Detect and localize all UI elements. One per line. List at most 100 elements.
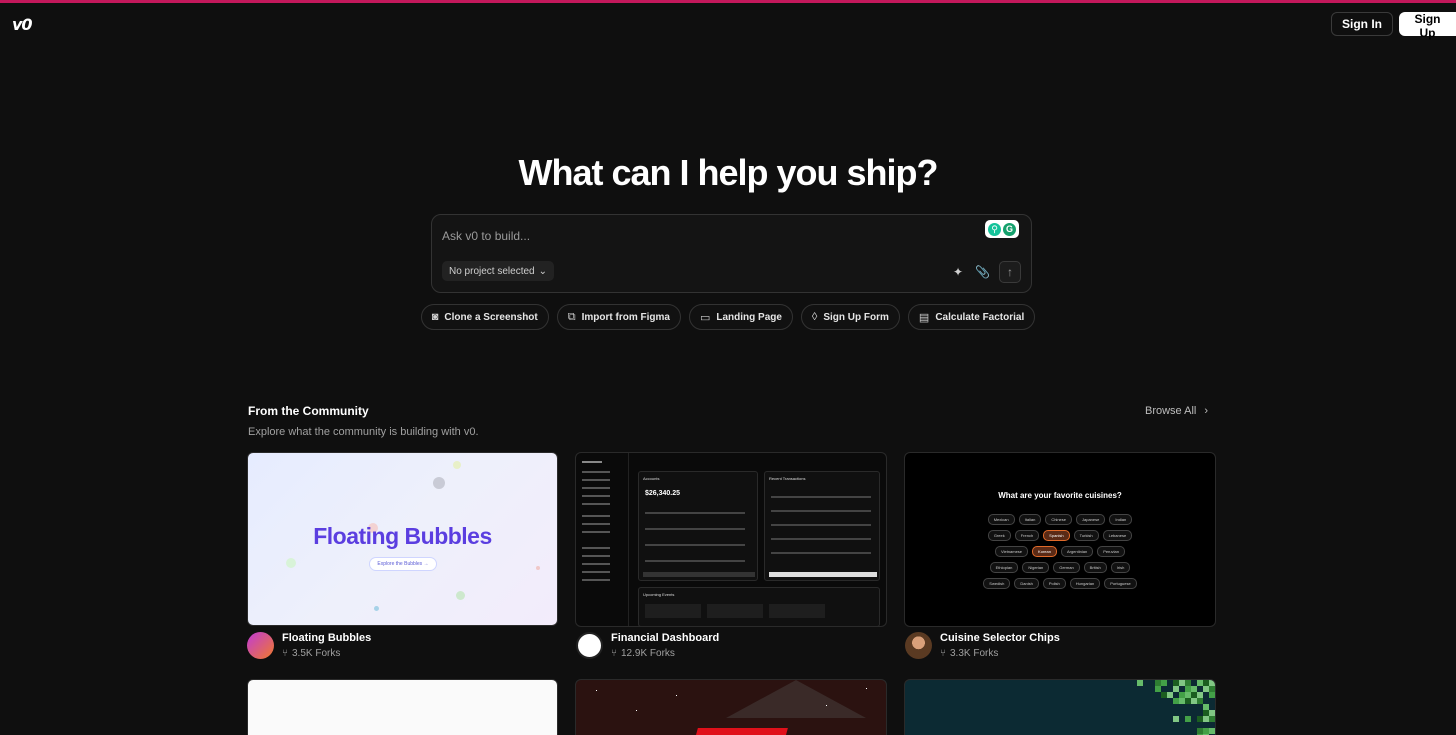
cuisine-pill: Polish bbox=[1042, 578, 1066, 589]
community-title: From the Community bbox=[248, 404, 369, 418]
events-panel: Upcoming Events bbox=[638, 587, 880, 626]
chevron-down-icon: ⌄ bbox=[538, 265, 547, 277]
avatar[interactable] bbox=[576, 632, 603, 659]
sidebar-line bbox=[582, 547, 610, 549]
card-cuisine-selector-preview[interactable]: What are your favorite cuisines? Mexican… bbox=[904, 452, 1216, 627]
send-arrow-icon[interactable]: ↑ bbox=[999, 261, 1021, 283]
fork-count-label: 3.3K Forks bbox=[950, 648, 999, 659]
chip-label: Import from Figma bbox=[581, 311, 670, 323]
card-preview-red-scene[interactable] bbox=[575, 679, 887, 735]
cuisine-pill: Lebanese bbox=[1102, 530, 1133, 541]
cuisine-pill: Spanish bbox=[1043, 530, 1070, 541]
sidebar-line bbox=[582, 523, 610, 525]
card-name[interactable]: Financial Dashboard bbox=[611, 632, 719, 644]
sidebar-line bbox=[582, 555, 610, 557]
calculator-icon: ▤ bbox=[918, 311, 930, 324]
cuisine-row: Greek French Spanish Turkish Lebanese bbox=[905, 530, 1215, 541]
browse-all-link[interactable]: Browse All › bbox=[1145, 405, 1208, 417]
cuisine-pill: Argentinian bbox=[1060, 546, 1094, 557]
project-selector[interactable]: No project selected ⌄ bbox=[442, 261, 554, 281]
panel-row bbox=[645, 544, 745, 546]
grammarly-widget[interactable]: ⚲ G bbox=[985, 220, 1019, 238]
layout-icon: ▭ bbox=[699, 311, 711, 324]
sidebar-line bbox=[582, 479, 610, 481]
card-financial-dashboard-preview[interactable]: Accounts $26,340.25 Recent Transactions … bbox=[575, 452, 887, 627]
pixel bbox=[1173, 716, 1179, 722]
chip-clone-screenshot[interactable]: ◙ Clone a Screenshot bbox=[420, 304, 549, 330]
event-tile bbox=[645, 604, 701, 618]
panel-row bbox=[643, 572, 755, 577]
cuisine-row: Mexican Italian Chinese Japanese Indian bbox=[905, 514, 1215, 525]
event-tile bbox=[769, 604, 825, 618]
panel-row bbox=[645, 512, 745, 514]
card-preview-blank[interactable] bbox=[247, 679, 558, 735]
bubble bbox=[453, 461, 461, 469]
fork-count: ⑂ 12.9K Forks bbox=[611, 648, 719, 659]
cuisine-pill: Swedish bbox=[983, 578, 1011, 589]
chip-import-figma[interactable]: ⧉ Import from Figma bbox=[556, 304, 681, 330]
panel-row bbox=[645, 560, 745, 562]
project-selector-label: No project selected bbox=[449, 265, 535, 277]
chip-label: Clone a Screenshot bbox=[444, 311, 538, 323]
chevron-right-icon: › bbox=[1204, 405, 1209, 417]
avatar[interactable] bbox=[247, 632, 274, 659]
figma-icon: ⧉ bbox=[567, 310, 576, 323]
sidebar-line bbox=[582, 531, 610, 533]
cuisine-pill: Indian bbox=[1109, 514, 1133, 525]
sparkles-icon[interactable]: ✦ bbox=[951, 265, 965, 279]
grammarly-lightbulb-icon[interactable]: ⚲ bbox=[988, 222, 1001, 236]
cuisine-pill: Irish bbox=[1110, 562, 1131, 573]
star bbox=[826, 705, 827, 706]
sidebar-line bbox=[582, 495, 610, 497]
browse-all-label: Browse All bbox=[1145, 405, 1197, 417]
card-floating-bubbles-preview[interactable]: Floating Bubbles Explore the Bubbles → bbox=[247, 452, 558, 626]
star bbox=[636, 710, 637, 711]
card-preview-pixel-grid[interactable] bbox=[904, 679, 1216, 735]
card-name[interactable]: Cuisine Selector Chips bbox=[940, 632, 1060, 644]
panel-row bbox=[771, 524, 871, 526]
panel-heading: Accounts bbox=[643, 476, 660, 481]
panel-row bbox=[771, 510, 871, 512]
cuisine-pill: Chinese bbox=[1045, 514, 1072, 525]
cuisine-pill: Ethiopian bbox=[989, 562, 1019, 573]
sign-in-button[interactable]: Sign In bbox=[1331, 12, 1393, 36]
cuisine-pill: Turkish bbox=[1073, 530, 1099, 541]
paperclip-icon[interactable]: 📎 bbox=[975, 265, 990, 279]
preview-sidebar bbox=[576, 453, 629, 626]
panel-row bbox=[771, 496, 871, 498]
grammarly-icon[interactable]: G bbox=[1003, 222, 1016, 236]
panel-heading: Recent Transactions bbox=[769, 476, 806, 481]
avatar[interactable] bbox=[905, 632, 932, 659]
chip-sign-up-form[interactable]: ◊ Sign Up Form bbox=[800, 304, 900, 330]
sidebar-line bbox=[582, 461, 602, 463]
fork-icon: ⑂ bbox=[940, 648, 946, 659]
prompt-input[interactable] bbox=[442, 226, 962, 246]
preview-title: Floating Bubbles bbox=[313, 523, 492, 549]
fork-count: ⑂ 3.3K Forks bbox=[940, 648, 1060, 659]
cuisine-row: Swedish Danish Polish Hungarian Portuguese bbox=[905, 578, 1215, 589]
sidebar-line bbox=[582, 487, 610, 489]
sign-up-button[interactable]: Sign Up bbox=[1399, 12, 1456, 40]
fork-icon: ⑂ bbox=[611, 648, 617, 659]
cuisine-pill: Danish bbox=[1014, 578, 1039, 589]
camera-icon: ◙ bbox=[431, 311, 439, 323]
cuisine-pill: Italian bbox=[1018, 514, 1042, 525]
panel-row bbox=[769, 572, 877, 577]
v0-logo[interactable]: v0 bbox=[12, 15, 33, 34]
top-accent-line bbox=[0, 0, 1456, 3]
card-name[interactable]: Floating Bubbles bbox=[282, 632, 371, 644]
cuisine-pill: Mexican bbox=[987, 514, 1015, 525]
cuisine-pill-rows: Mexican Italian Chinese Japanese Indian Greek… bbox=[905, 514, 1215, 594]
community-subtitle: Explore what the community is building w… bbox=[248, 426, 479, 438]
sidebar-line bbox=[582, 579, 610, 581]
cuisine-pill: Peruvian bbox=[1097, 546, 1125, 557]
cuisine-pill: Nigerian bbox=[1022, 562, 1050, 573]
fork-icon: ⑂ bbox=[282, 648, 288, 659]
chip-calculate-factorial[interactable]: ▤ Calculate Factorial bbox=[907, 304, 1036, 330]
sidebar-line bbox=[582, 563, 610, 565]
preview-question: What are your favorite cuisines? bbox=[998, 491, 1122, 500]
chip-landing-page[interactable]: ▭ Landing Page bbox=[688, 304, 793, 330]
star bbox=[676, 695, 677, 696]
fork-count: ⑂ 3.5K Forks bbox=[282, 648, 371, 659]
preview-button: Explore the Bubbles → bbox=[369, 557, 437, 571]
